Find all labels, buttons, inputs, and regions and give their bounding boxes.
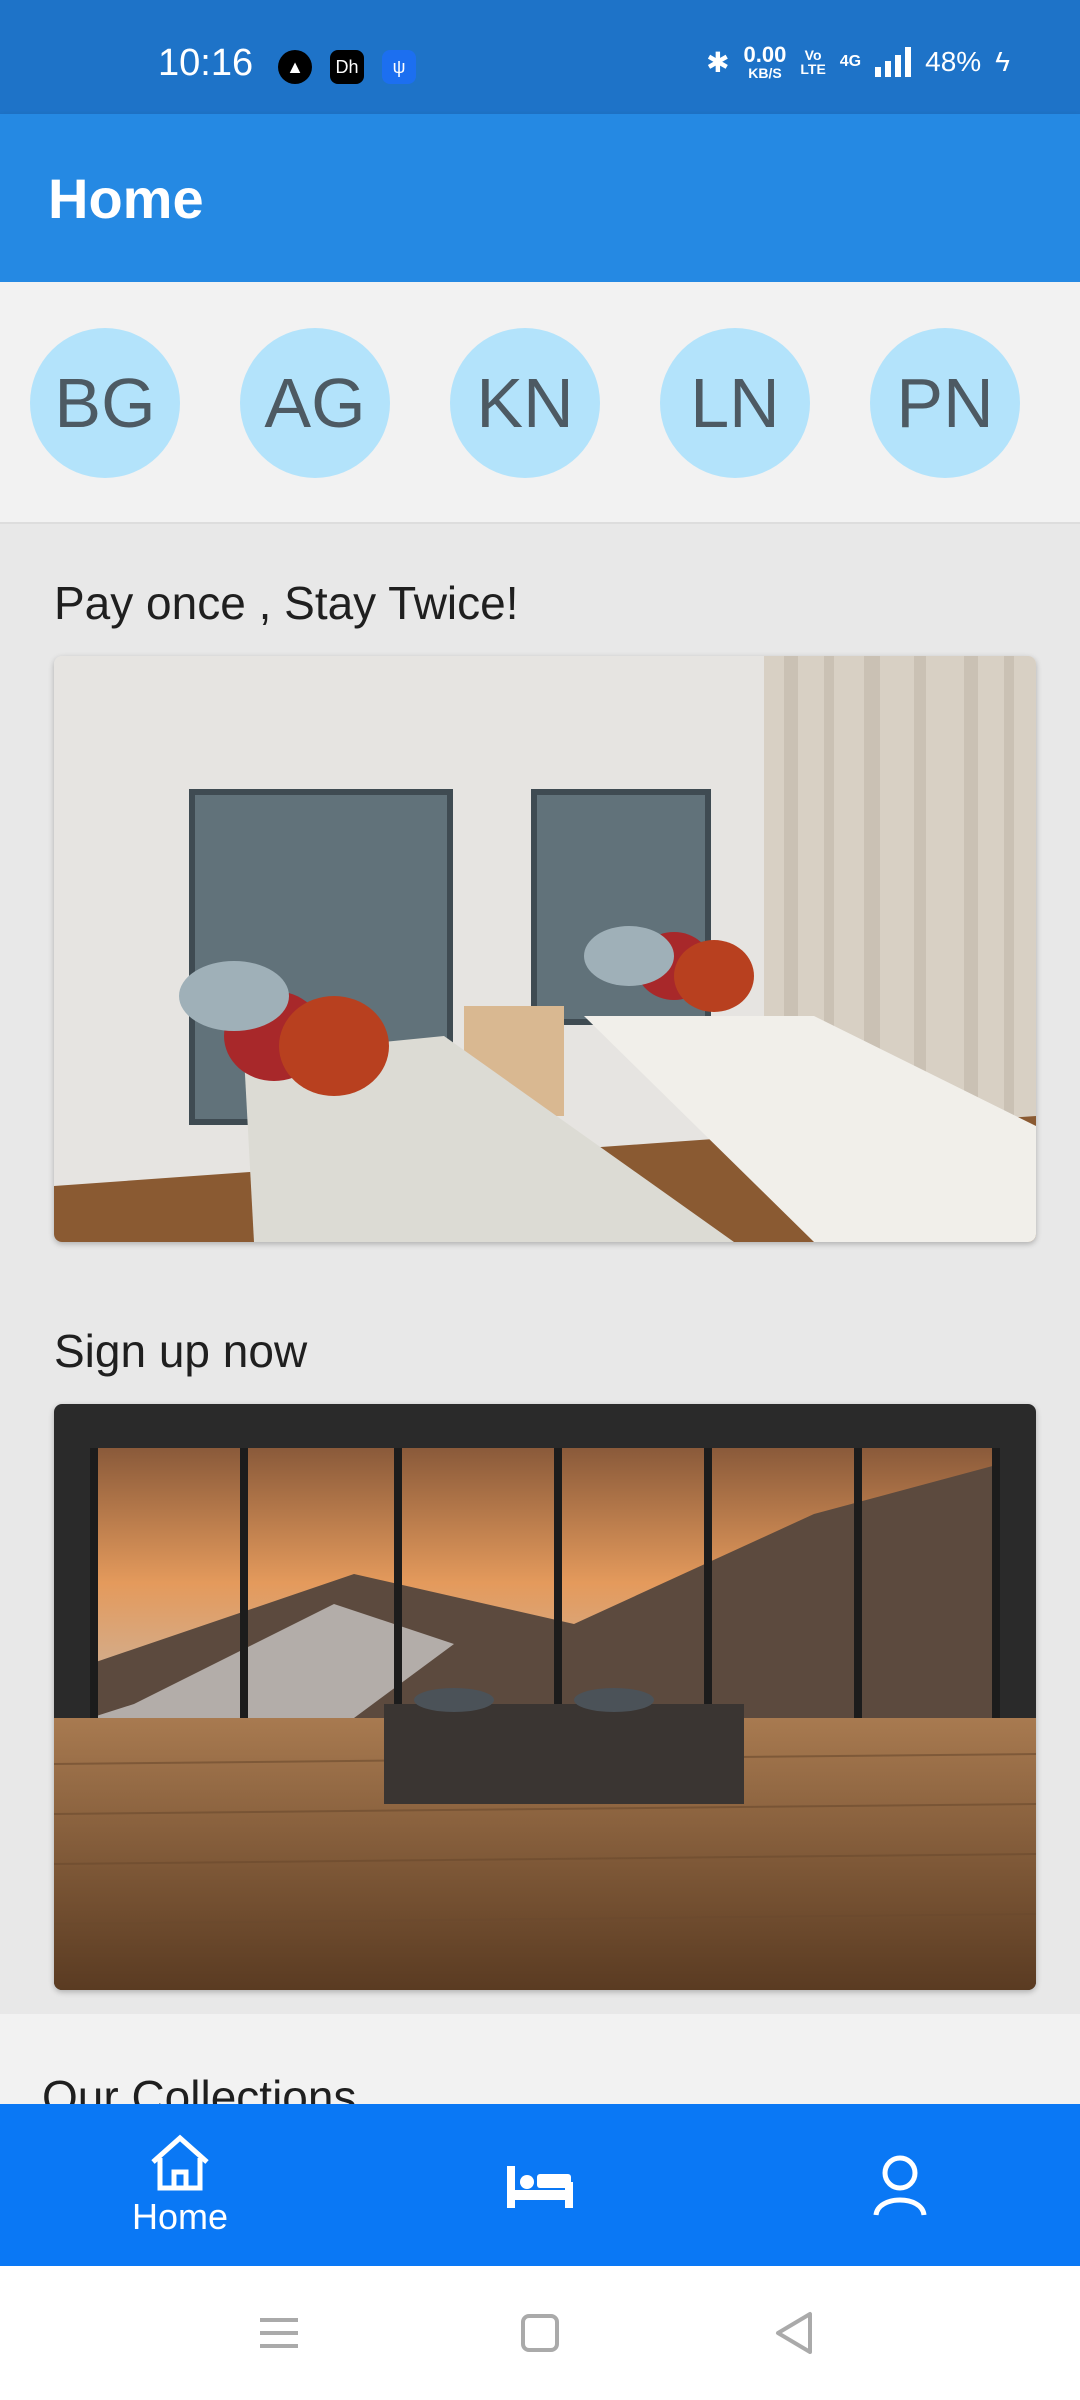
volte-indicator: Vo LTE — [800, 48, 825, 76]
home-button-icon[interactable] — [513, 2306, 567, 2360]
dh-app-icon: Dh — [330, 50, 364, 84]
collections-title: Our Collections — [42, 2071, 357, 2104]
status-bar: 10:16 ▲ Dh ψ ✱ 0.00 KB/S Vo LTE 4G 48% ϟ — [0, 0, 1080, 114]
avatar-row: BG AG KN LN PN — [0, 282, 1080, 524]
menu-icon[interactable] — [252, 2306, 306, 2360]
app-a-icon: ▲ — [278, 50, 312, 84]
system-nav-bar — [0, 2266, 1080, 2400]
status-indicators: ✱ 0.00 KB/S Vo LTE 4G 48% ϟ — [706, 42, 1010, 81]
battery-level: 48% — [925, 46, 982, 77]
promo-image-bedroom[interactable] — [54, 656, 1036, 1242]
volte-bottom: LTE — [800, 61, 826, 77]
app-bar: Home — [0, 114, 1080, 282]
net-speed-value: 0.00 — [743, 42, 787, 67]
promo-title: Sign up now — [54, 1325, 308, 1377]
avatar-pn[interactable]: PN — [870, 328, 1020, 478]
avatar-kn[interactable]: KN — [450, 328, 600, 478]
nav-home[interactable]: Home — [80, 2104, 280, 2266]
back-icon[interactable] — [768, 2306, 822, 2360]
signal-icon — [875, 47, 912, 77]
promo-title: Pay once , Stay Twice! — [54, 577, 519, 629]
nav-home-label: Home — [131, 2196, 229, 2237]
promo-image-mountain-view[interactable] — [54, 1404, 1036, 1990]
charging-icon: ϟ — [995, 46, 1010, 77]
volte-top: Vo — [804, 47, 822, 63]
net-speed-unit: KB/S — [748, 65, 782, 81]
nav-bookings[interactable] — [440, 2104, 640, 2266]
net-speed: 0.00 KB/S — [743, 42, 787, 81]
usb-icon: ψ — [382, 50, 416, 84]
home-icon — [151, 2134, 209, 2191]
bottom-nav: Home — [0, 2104, 1080, 2266]
network-type: 4G — [839, 53, 862, 70]
bluetooth-icon: ✱ — [706, 46, 730, 78]
avatar-bg[interactable]: BG — [30, 328, 180, 478]
avatar-ag[interactable]: AG — [240, 328, 390, 478]
promo-list: Pay once , Stay Twice! Sign up now — [0, 524, 1080, 2014]
nav-profile[interactable] — [800, 2104, 1000, 2266]
avatar-ln[interactable]: LN — [660, 328, 810, 478]
profile-icon — [873, 2155, 927, 2216]
page-title: Home — [48, 167, 204, 230]
bed-icon — [507, 2166, 573, 2208]
collections-section: Our Collections — [0, 2014, 1080, 2104]
status-time: 10:16 — [158, 42, 254, 84]
